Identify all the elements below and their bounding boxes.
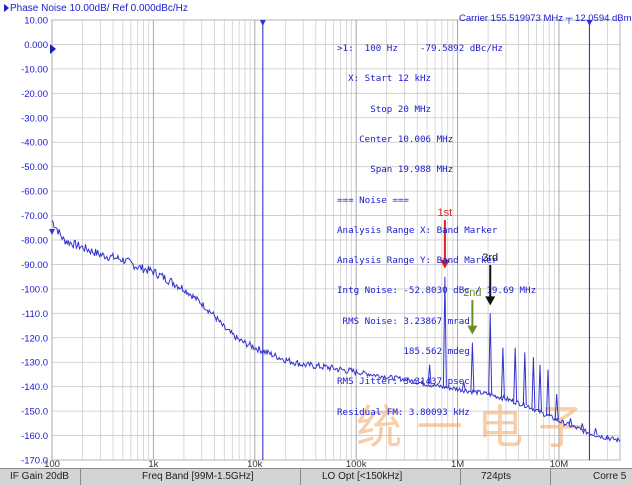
info-line: X: Start 12 kHz xyxy=(337,73,432,85)
status-divider xyxy=(300,469,301,485)
info-line: >1: 100 Hz -79.5892 dBc/Hz xyxy=(337,43,503,55)
y-tick-label: -60.00 xyxy=(21,187,48,198)
y-tick-label: -30.00 xyxy=(21,113,48,124)
title-arrow-icon xyxy=(4,4,9,12)
y-tick-label: -140.0 xyxy=(21,382,48,393)
y-tick-label: -90.00 xyxy=(21,260,48,271)
status-divider xyxy=(460,469,461,485)
reference-level-marker-icon[interactable] xyxy=(50,44,56,54)
carrier-separator-icon: ┬ xyxy=(565,13,576,24)
lo-opt-status[interactable]: LO Opt [<150kHz] xyxy=(322,470,402,484)
y-tick-label: -100.0 xyxy=(21,284,48,295)
phase-noise-window: 10.00 0.000 -10.00 -20.00 -30.00 -40.00 -50.00… xyxy=(0,0,632,485)
info-line: === Noise === xyxy=(337,194,409,206)
y-tick-label: -40.00 xyxy=(21,138,48,149)
points-status[interactable]: 724pts xyxy=(481,470,511,484)
y-tick-label: -10.00 xyxy=(21,64,48,75)
info-line: Analysis Range X: Band Marker xyxy=(337,224,498,236)
info-line: Stop 20 MHz xyxy=(337,103,432,115)
y-tick-label: -20.00 xyxy=(21,89,48,100)
y-tick-label: -120.0 xyxy=(21,333,48,344)
info-line: RMS Noise: 3.23867 mrad xyxy=(337,315,470,327)
y-tick-label: -160.0 xyxy=(21,431,48,442)
y-tick-label: -130.0 xyxy=(21,358,48,369)
y-tick-label: 0.000 xyxy=(24,40,48,51)
chart-title: Phase Noise 10.00dB/ Ref 0.000dBc/Hz xyxy=(10,3,188,14)
info-line: Analysis Range Y: Band Marker xyxy=(337,255,498,267)
info-line: Span 19.988 MHz xyxy=(337,164,454,176)
chart-area: 10.00 0.000 -10.00 -20.00 -30.00 -40.00 -50.00… xyxy=(21,16,621,470)
chart-title-line: Phase Noise 10.00dB/ Ref 0.000dBc/Hz xyxy=(4,3,188,14)
carrier-power: 12.0594 dBm xyxy=(575,13,632,24)
correction-status[interactable]: Corre 5 xyxy=(593,470,626,484)
y-tick-label: -50.00 xyxy=(21,162,48,173)
carrier-frequency: Carrier 155.519973 MHz xyxy=(459,13,564,24)
info-line: RMS Jitter: 3.31437 psec xyxy=(337,376,470,388)
status-divider xyxy=(80,469,81,485)
info-line: Intg Noise: -52.8030 dBc / 19.69 MHz xyxy=(337,285,537,297)
info-line: Residual FM: 3.80093 kHz xyxy=(337,406,470,418)
y-tick-label: -150.0 xyxy=(21,407,48,418)
y-tick-label: -80.00 xyxy=(21,236,48,247)
y-tick-label: 10.00 xyxy=(24,16,48,27)
info-line: 185.562 mdeg xyxy=(337,346,470,357)
freq-band-status[interactable]: Freq Band [99M-1.5GHz] xyxy=(142,470,254,484)
y-tick-label: -110.0 xyxy=(22,309,48,320)
if-gain-status[interactable]: IF Gain 20dB xyxy=(10,470,69,484)
carrier-readout: Carrier 155.519973 MHz ┬ 12.0594 dBm xyxy=(459,13,632,24)
status-divider xyxy=(550,469,551,485)
info-line: Center 10.006 MHz xyxy=(337,134,454,146)
y-tick-label: -70.00 xyxy=(21,211,48,222)
marker-info-panel: >1: 100 Hz -79.5892 dBc/Hz X: Start 12 k… xyxy=(337,24,536,438)
status-bar: IF Gain 20dB Freq Band [99M-1.5GHz] LO O… xyxy=(0,468,632,485)
